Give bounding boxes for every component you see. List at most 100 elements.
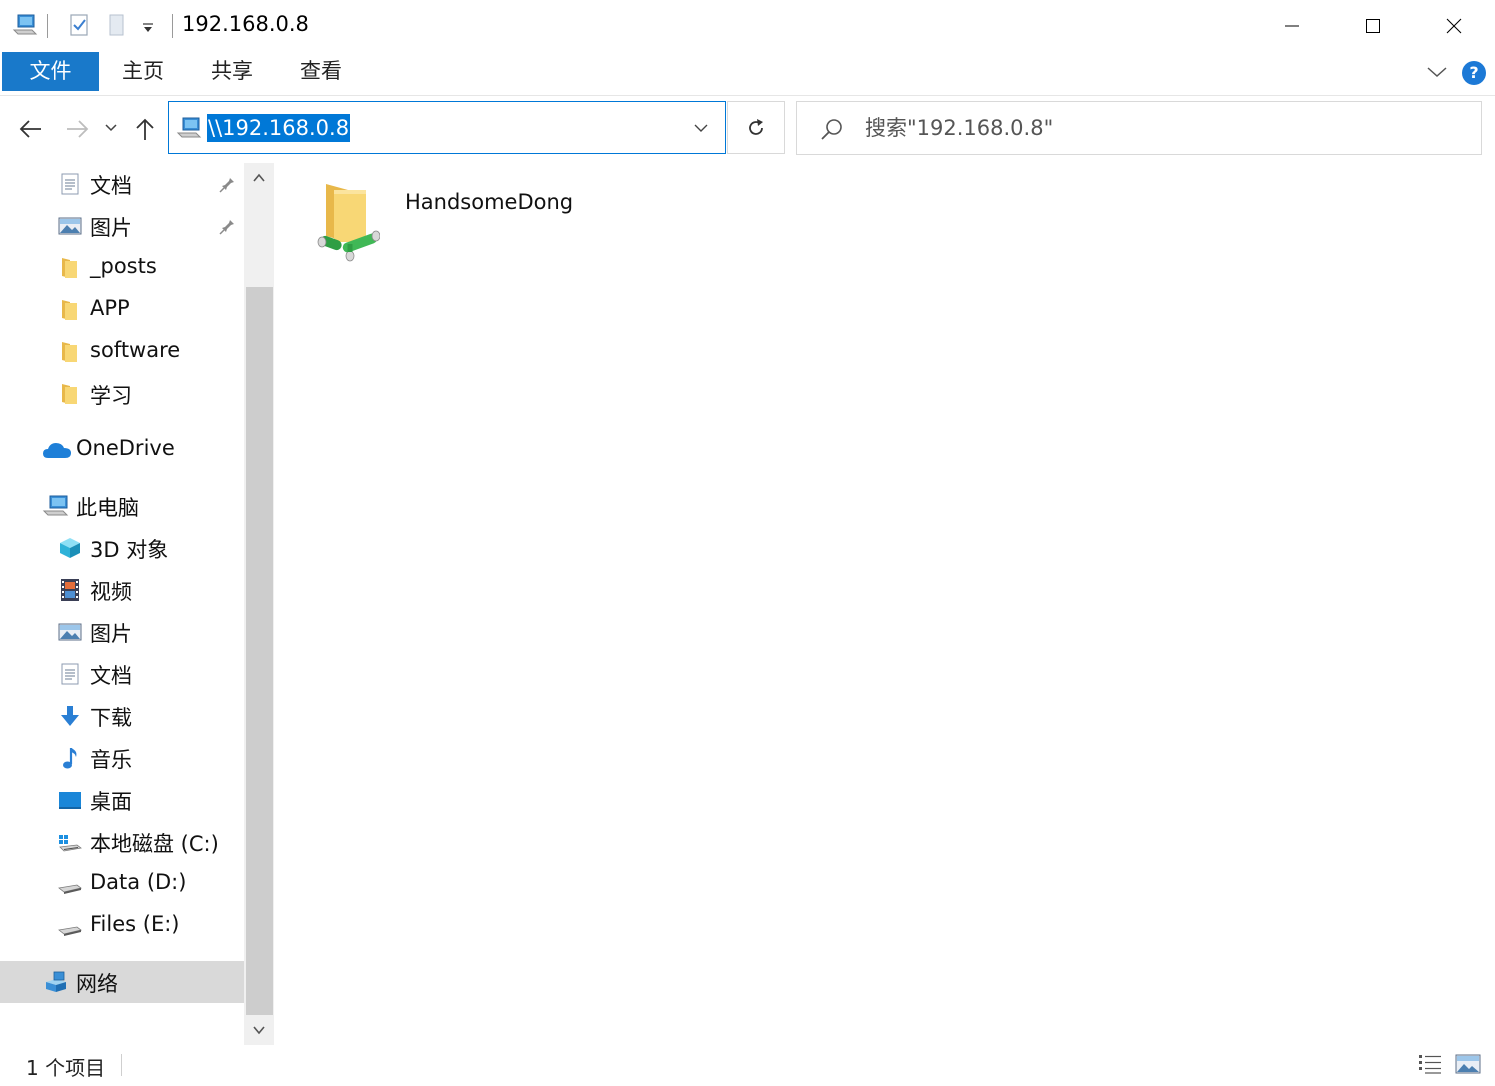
- nav-item-software[interactable]: software: [0, 331, 244, 373]
- shared-folder-icon: [317, 184, 380, 262]
- nav-item-label: 下载: [90, 706, 132, 730]
- network-icon: [46, 971, 66, 992]
- nav-item-drive-d[interactable]: Data (D:): [0, 863, 244, 905]
- properties-icon[interactable]: [66, 12, 92, 38]
- refresh-icon: [749, 118, 763, 135]
- nav-item-label: _posts: [90, 254, 157, 278]
- documents-icon: [61, 173, 79, 195]
- window-title: 192.168.0.8: [182, 12, 309, 36]
- network-computer-icon: [176, 117, 202, 138]
- file-list: [276, 163, 1495, 1045]
- list-item-name[interactable]: HandsomeDong: [405, 190, 573, 214]
- nav-item-pc-pictures[interactable]: 图片: [0, 611, 244, 653]
- tab-view[interactable]: 查看: [286, 52, 356, 91]
- downloads-icon: [61, 706, 79, 726]
- search-input[interactable]: [865, 112, 1465, 144]
- search-icon: [821, 119, 842, 140]
- 3d-objects-icon: [60, 538, 80, 558]
- status-separator: [121, 1054, 122, 1076]
- tab-file[interactable]: 文件: [2, 52, 99, 91]
- minimize-icon: [1285, 25, 1299, 27]
- nav-item-label: OneDrive: [76, 436, 175, 460]
- nav-item-videos[interactable]: 视频: [0, 569, 244, 611]
- nav-item-label: Data (D:): [90, 870, 187, 894]
- navigation-pane: 文档 图片 _posts APP software 学习 OneDrive 此电…: [0, 163, 244, 1045]
- windows-drive-icon: [59, 835, 82, 852]
- back-arrow-icon[interactable]: [18, 118, 44, 140]
- status-item-count: 1 个项目: [26, 1056, 106, 1080]
- nav-item-desktop[interactable]: 桌面: [0, 779, 244, 821]
- pin-icon[interactable]: [219, 217, 237, 235]
- search-box[interactable]: [796, 101, 1482, 155]
- nav-item-label: 此电脑: [76, 496, 139, 520]
- toolbar-separator: [47, 14, 48, 38]
- nav-item-label: 音乐: [90, 748, 132, 772]
- pictures-icon: [58, 623, 82, 641]
- nav-item-app[interactable]: APP: [0, 289, 244, 331]
- refresh-button[interactable]: [727, 101, 785, 154]
- maximize-button[interactable]: [1333, 0, 1413, 52]
- nav-item-label: 3D 对象: [90, 538, 169, 562]
- new-folder-icon[interactable]: [104, 12, 130, 38]
- computer-icon[interactable]: [12, 12, 38, 38]
- music-icon: [63, 748, 77, 769]
- folder-icon: [62, 300, 77, 320]
- maximize-icon: [1366, 19, 1380, 33]
- large-icons-view-icon[interactable]: [1455, 1052, 1481, 1076]
- address-dropdown-icon[interactable]: [693, 122, 709, 134]
- pin-icon[interactable]: [219, 175, 237, 193]
- toolbar-separator: [172, 14, 173, 38]
- recent-locations-icon[interactable]: [104, 123, 118, 133]
- forward-arrow-icon[interactable]: [64, 118, 90, 140]
- tab-home[interactable]: 主页: [108, 52, 178, 91]
- up-arrow-icon[interactable]: [134, 116, 156, 142]
- tab-share[interactable]: 共享: [197, 52, 267, 91]
- help-button[interactable]: ?: [1462, 61, 1486, 85]
- nav-item-label: 图片: [90, 216, 132, 240]
- nav-item-network[interactable]: 网络: [0, 961, 244, 1003]
- nav-item-label: 文档: [90, 664, 132, 688]
- nav-item-label: Files (E:): [90, 912, 180, 936]
- videos-icon: [61, 579, 79, 601]
- computer-icon: [42, 495, 69, 516]
- nav-item-label: 图片: [90, 622, 132, 646]
- address-bar[interactable]: \\192.168.0.8: [168, 101, 726, 154]
- documents-icon: [61, 663, 79, 685]
- nav-item-3d-objects[interactable]: 3D 对象: [0, 527, 244, 569]
- ribbon-tabs: 文件 主页 共享 查看 ?: [0, 52, 1495, 96]
- scroll-down-icon[interactable]: [251, 1024, 267, 1036]
- details-view-icon[interactable]: [1417, 1052, 1443, 1076]
- title-bar: 192.168.0.8: [0, 0, 1495, 52]
- pictures-icon: [58, 217, 82, 235]
- nav-item-pictures[interactable]: 图片: [0, 205, 244, 247]
- scroll-up-icon[interactable]: [251, 172, 267, 184]
- nav-item-label: APP: [90, 296, 130, 320]
- expand-ribbon-icon[interactable]: [1425, 64, 1449, 80]
- desktop-icon: [59, 792, 81, 809]
- drive-icon: [58, 884, 82, 894]
- nav-item-drive-e[interactable]: Files (E:): [0, 905, 244, 947]
- nav-item-documents[interactable]: 文档: [0, 163, 244, 205]
- folder-icon: [62, 342, 77, 362]
- nav-item-study[interactable]: 学习: [0, 373, 244, 415]
- folder-icon: [62, 258, 77, 278]
- close-button[interactable]: [1414, 0, 1494, 52]
- nav-item-label: 桌面: [90, 790, 132, 814]
- nav-item-pc-documents[interactable]: 文档: [0, 653, 244, 695]
- onedrive-icon: [43, 443, 71, 458]
- customize-toolbar-dropdown-icon[interactable]: [141, 22, 155, 34]
- nav-item-downloads[interactable]: 下载: [0, 695, 244, 737]
- nav-item-label: 本地磁盘 (C:): [90, 832, 219, 856]
- nav-item-drive-c[interactable]: 本地磁盘 (C:): [0, 821, 244, 863]
- close-icon: [1446, 18, 1462, 34]
- nav-item-music[interactable]: 音乐: [0, 737, 244, 779]
- nav-item-label: 网络: [76, 972, 118, 996]
- nav-scrollbar-thumb[interactable]: [246, 287, 273, 1015]
- nav-item-label: software: [90, 338, 181, 362]
- nav-item-label: 视频: [90, 580, 132, 604]
- nav-item-onedrive[interactable]: OneDrive: [0, 429, 244, 471]
- nav-item-this-pc[interactable]: 此电脑: [0, 485, 244, 527]
- nav-item-posts[interactable]: _posts: [0, 247, 244, 289]
- minimize-button[interactable]: [1252, 0, 1332, 52]
- address-path[interactable]: \\192.168.0.8: [207, 114, 351, 142]
